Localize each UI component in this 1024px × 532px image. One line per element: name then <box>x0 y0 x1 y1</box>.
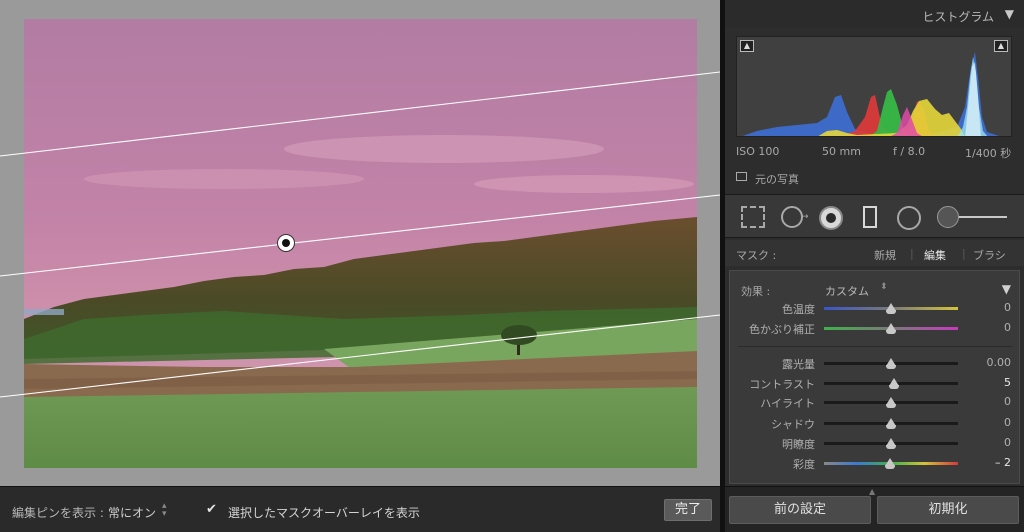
slider-label: 露光量 <box>782 358 815 371</box>
slider-knob[interactable] <box>886 323 896 334</box>
app-window: 編集ピンを表示 : 常にオン ▴ ▾ ✔ 選択したマスクオーバーレイを表示 完了 … <box>0 0 1024 532</box>
done-button[interactable]: 完了 <box>664 499 712 521</box>
mask-separator: | <box>910 247 914 260</box>
slider-value[interactable]: 0 <box>971 395 1011 408</box>
updown-arrows-icon[interactable]: ▴ ▾ <box>162 502 167 519</box>
edit-pin[interactable] <box>277 234 295 252</box>
slider-row: 明瞭度 0 <box>730 434 1021 452</box>
slider-value[interactable]: 0 <box>971 436 1011 449</box>
overlay-label[interactable]: 選択したマスクオーバーレイを表示 <box>228 504 420 521</box>
slider-value[interactable]: 0 <box>971 321 1011 334</box>
exif-shutter: 1/400 秒 <box>965 147 1012 160</box>
slider-label: ハイライト <box>760 397 815 410</box>
slider-row: コントラスト 5 <box>730 374 1021 392</box>
mask-label: マスク : <box>736 249 777 262</box>
previous-settings-button[interactable]: 前の設定 <box>729 496 871 524</box>
right-panel: ヒストグラム ▼ ▲ ▲ ISO 100 50 mm f / 8.0 1/400… <box>725 0 1024 532</box>
photo-canvas[interactable] <box>0 0 720 486</box>
histogram-title: ヒストグラム <box>922 10 994 24</box>
slider-knob[interactable] <box>886 397 896 408</box>
slider-value[interactable]: – 2 <box>971 456 1011 469</box>
slider-knob[interactable] <box>886 303 896 314</box>
adjustment-brush-icon[interactable] <box>937 206 959 228</box>
slider-value[interactable]: 0 <box>971 301 1011 314</box>
tool-strip: → <box>725 194 1024 238</box>
exif-aperture: f / 8.0 <box>893 145 926 158</box>
slider-label: シャドウ <box>771 418 815 431</box>
mask-row: マスク : 新規 | 編集 | ブラシ <box>725 240 1024 266</box>
original-photo-label[interactable]: 元の写真 <box>755 171 799 187</box>
mask-separator: | <box>962 247 966 260</box>
histogram-graph[interactable]: ▲ ▲ <box>736 36 1012 137</box>
radial-filter-icon[interactable] <box>897 206 921 230</box>
collapse-triangle-icon[interactable]: ▼ <box>1002 282 1011 296</box>
slider-row: 色かぶり補正 0 <box>730 319 1021 337</box>
highlight-clip-icon[interactable]: ▲ <box>994 40 1008 52</box>
expand-triangle-icon[interactable]: ▲ <box>869 487 875 496</box>
original-photo-checkbox[interactable] <box>736 172 747 181</box>
mask-brush-button[interactable]: ブラシ <box>973 247 1006 263</box>
mask-new-button[interactable]: 新規 <box>874 247 896 263</box>
slider-row: シャドウ 0 <box>730 414 1021 432</box>
slider-label: 色かぶり補正 <box>749 323 815 336</box>
slider-label: 彩度 <box>793 458 815 471</box>
spot-arrow-icon: → <box>801 212 809 222</box>
overlay-checkbox[interactable]: ✔ <box>206 503 219 516</box>
red-eye-icon[interactable] <box>819 206 843 230</box>
panel-bottom-bar: ▲ 前の設定 初期化 <box>725 486 1024 532</box>
crop-icon[interactable] <box>741 206 765 228</box>
slider-knob[interactable] <box>889 378 900 389</box>
slider-knob[interactable] <box>884 458 895 469</box>
slider-row: ハイライト 0 <box>730 393 1021 411</box>
mask-edit-button[interactable]: 編集 <box>924 247 946 263</box>
slider-knob[interactable] <box>886 418 896 429</box>
show-pin-select[interactable]: 常にオン <box>108 504 156 521</box>
effect-label: 効果 : <box>741 285 771 298</box>
effects-panel: 効果 : カスタム ⬍ ▼ 色温度 0 色かぶり補正 0 露光量 0.00 コントラスト 5 ハ… <box>729 270 1020 484</box>
reset-button[interactable]: 初期化 <box>877 496 1019 524</box>
slider-knob[interactable] <box>886 438 896 449</box>
section-divider <box>738 346 1012 347</box>
exif-focal-length: 50 mm <box>822 145 861 158</box>
slider-value[interactable]: 5 <box>971 376 1011 389</box>
slider-value[interactable]: 0 <box>971 416 1011 429</box>
show-pin-label: 編集ピンを表示 : <box>12 506 104 520</box>
slider-row: 露光量 0.00 <box>730 354 1021 372</box>
slider-label: 色温度 <box>782 303 815 316</box>
slider-label: 明瞭度 <box>782 438 815 451</box>
slider-knob[interactable] <box>886 358 896 369</box>
effect-preset-select[interactable]: カスタム <box>825 283 869 299</box>
graduated-filter-lines[interactable] <box>0 0 720 486</box>
slider-row: 彩度 – 2 <box>730 454 1021 472</box>
bottom-toolbar: 編集ピンを表示 : 常にオン ▴ ▾ ✔ 選択したマスクオーバーレイを表示 完了 <box>0 486 720 532</box>
slider-label: コントラスト <box>749 378 815 391</box>
shadow-clip-icon[interactable]: ▲ <box>740 40 754 52</box>
collapse-triangle-icon[interactable]: ▼ <box>1005 7 1014 21</box>
histogram-header[interactable]: ヒストグラム ▼ <box>725 0 1024 28</box>
spot-removal-icon[interactable] <box>781 206 803 228</box>
slider-value[interactable]: 0.00 <box>971 356 1012 369</box>
exif-iso: ISO 100 <box>736 145 780 158</box>
graduated-filter-icon[interactable] <box>863 206 877 228</box>
slider-row: 色温度 0 <box>730 299 1021 317</box>
updown-arrows-icon[interactable]: ⬍ <box>880 282 888 292</box>
